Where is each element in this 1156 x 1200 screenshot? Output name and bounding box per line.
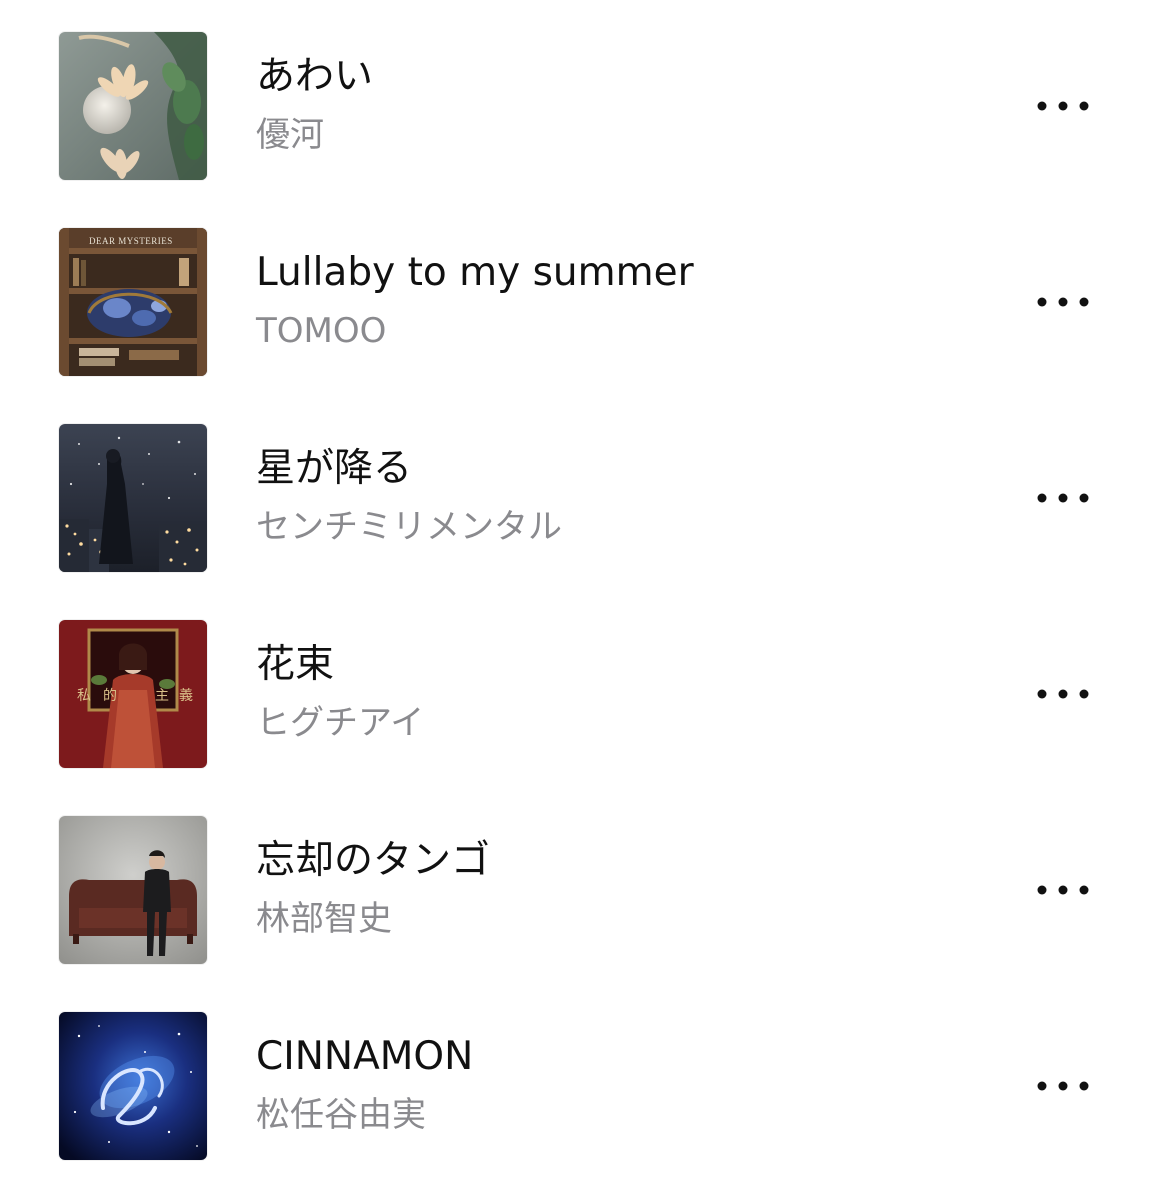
galaxy-artwork [59,1012,207,1160]
song-row[interactable]: あわい 優河 [0,0,1156,196]
more-options-button[interactable] [1028,282,1098,322]
song-artist: センチミリメンタル [256,507,562,547]
song-artist: 松任谷由実 [256,1095,426,1135]
song-artist: TOMOO [256,311,387,351]
song-row[interactable]: 星が降る センチミリメンタル [0,392,1156,588]
song-title: 星が降る [256,446,413,491]
ellipsis-icon [1037,101,1089,111]
svg-text:義: 義 [179,687,193,704]
more-options-button[interactable] [1028,86,1098,126]
ellipsis-icon [1037,493,1089,503]
red-frame-artwork: 私 的 主 義 [59,620,207,768]
song-row[interactable]: CINNAMON 松任谷由実 [0,980,1156,1176]
song-row[interactable]: 忘却のタンゴ 林部智史 [0,784,1156,980]
more-options-button[interactable] [1028,1066,1098,1106]
night-city-artwork [59,424,207,572]
song-title: CINNAMON [256,1034,474,1079]
song-list: あわい 優河 DEAR MYSTERIES Lullaby to my summ… [0,0,1156,1200]
song-artist: ヒグチアイ [256,703,425,743]
svg-text:的: 的 [103,688,117,704]
song-title: Lullaby to my summer [256,250,694,295]
ellipsis-icon [1037,885,1089,895]
song-title: 花束 [256,642,335,687]
bookshelf-artwork: DEAR MYSTERIES [59,228,207,376]
svg-text:主: 主 [155,688,169,704]
moon-flower-artwork [59,32,207,180]
ellipsis-icon [1037,1081,1089,1091]
song-row[interactable]: DEAR MYSTERIES Lullaby to my summer TOMO… [0,196,1156,392]
more-options-button[interactable] [1028,870,1098,910]
sofa-portrait-artwork [59,816,207,964]
song-artist: 優河 [256,115,324,155]
song-title: 忘却のタンゴ [256,838,491,883]
more-options-button[interactable] [1028,478,1098,518]
more-options-button[interactable] [1028,674,1098,714]
artwork-caption: DEAR MYSTERIES [89,236,173,246]
ellipsis-icon [1037,689,1089,699]
song-row[interactable]: 私 的 主 義 花束 ヒグチアイ [0,588,1156,784]
svg-text:私: 私 [77,688,91,704]
song-artist: 林部智史 [256,899,392,939]
song-title: あわい [256,54,374,99]
ellipsis-icon [1037,297,1089,307]
